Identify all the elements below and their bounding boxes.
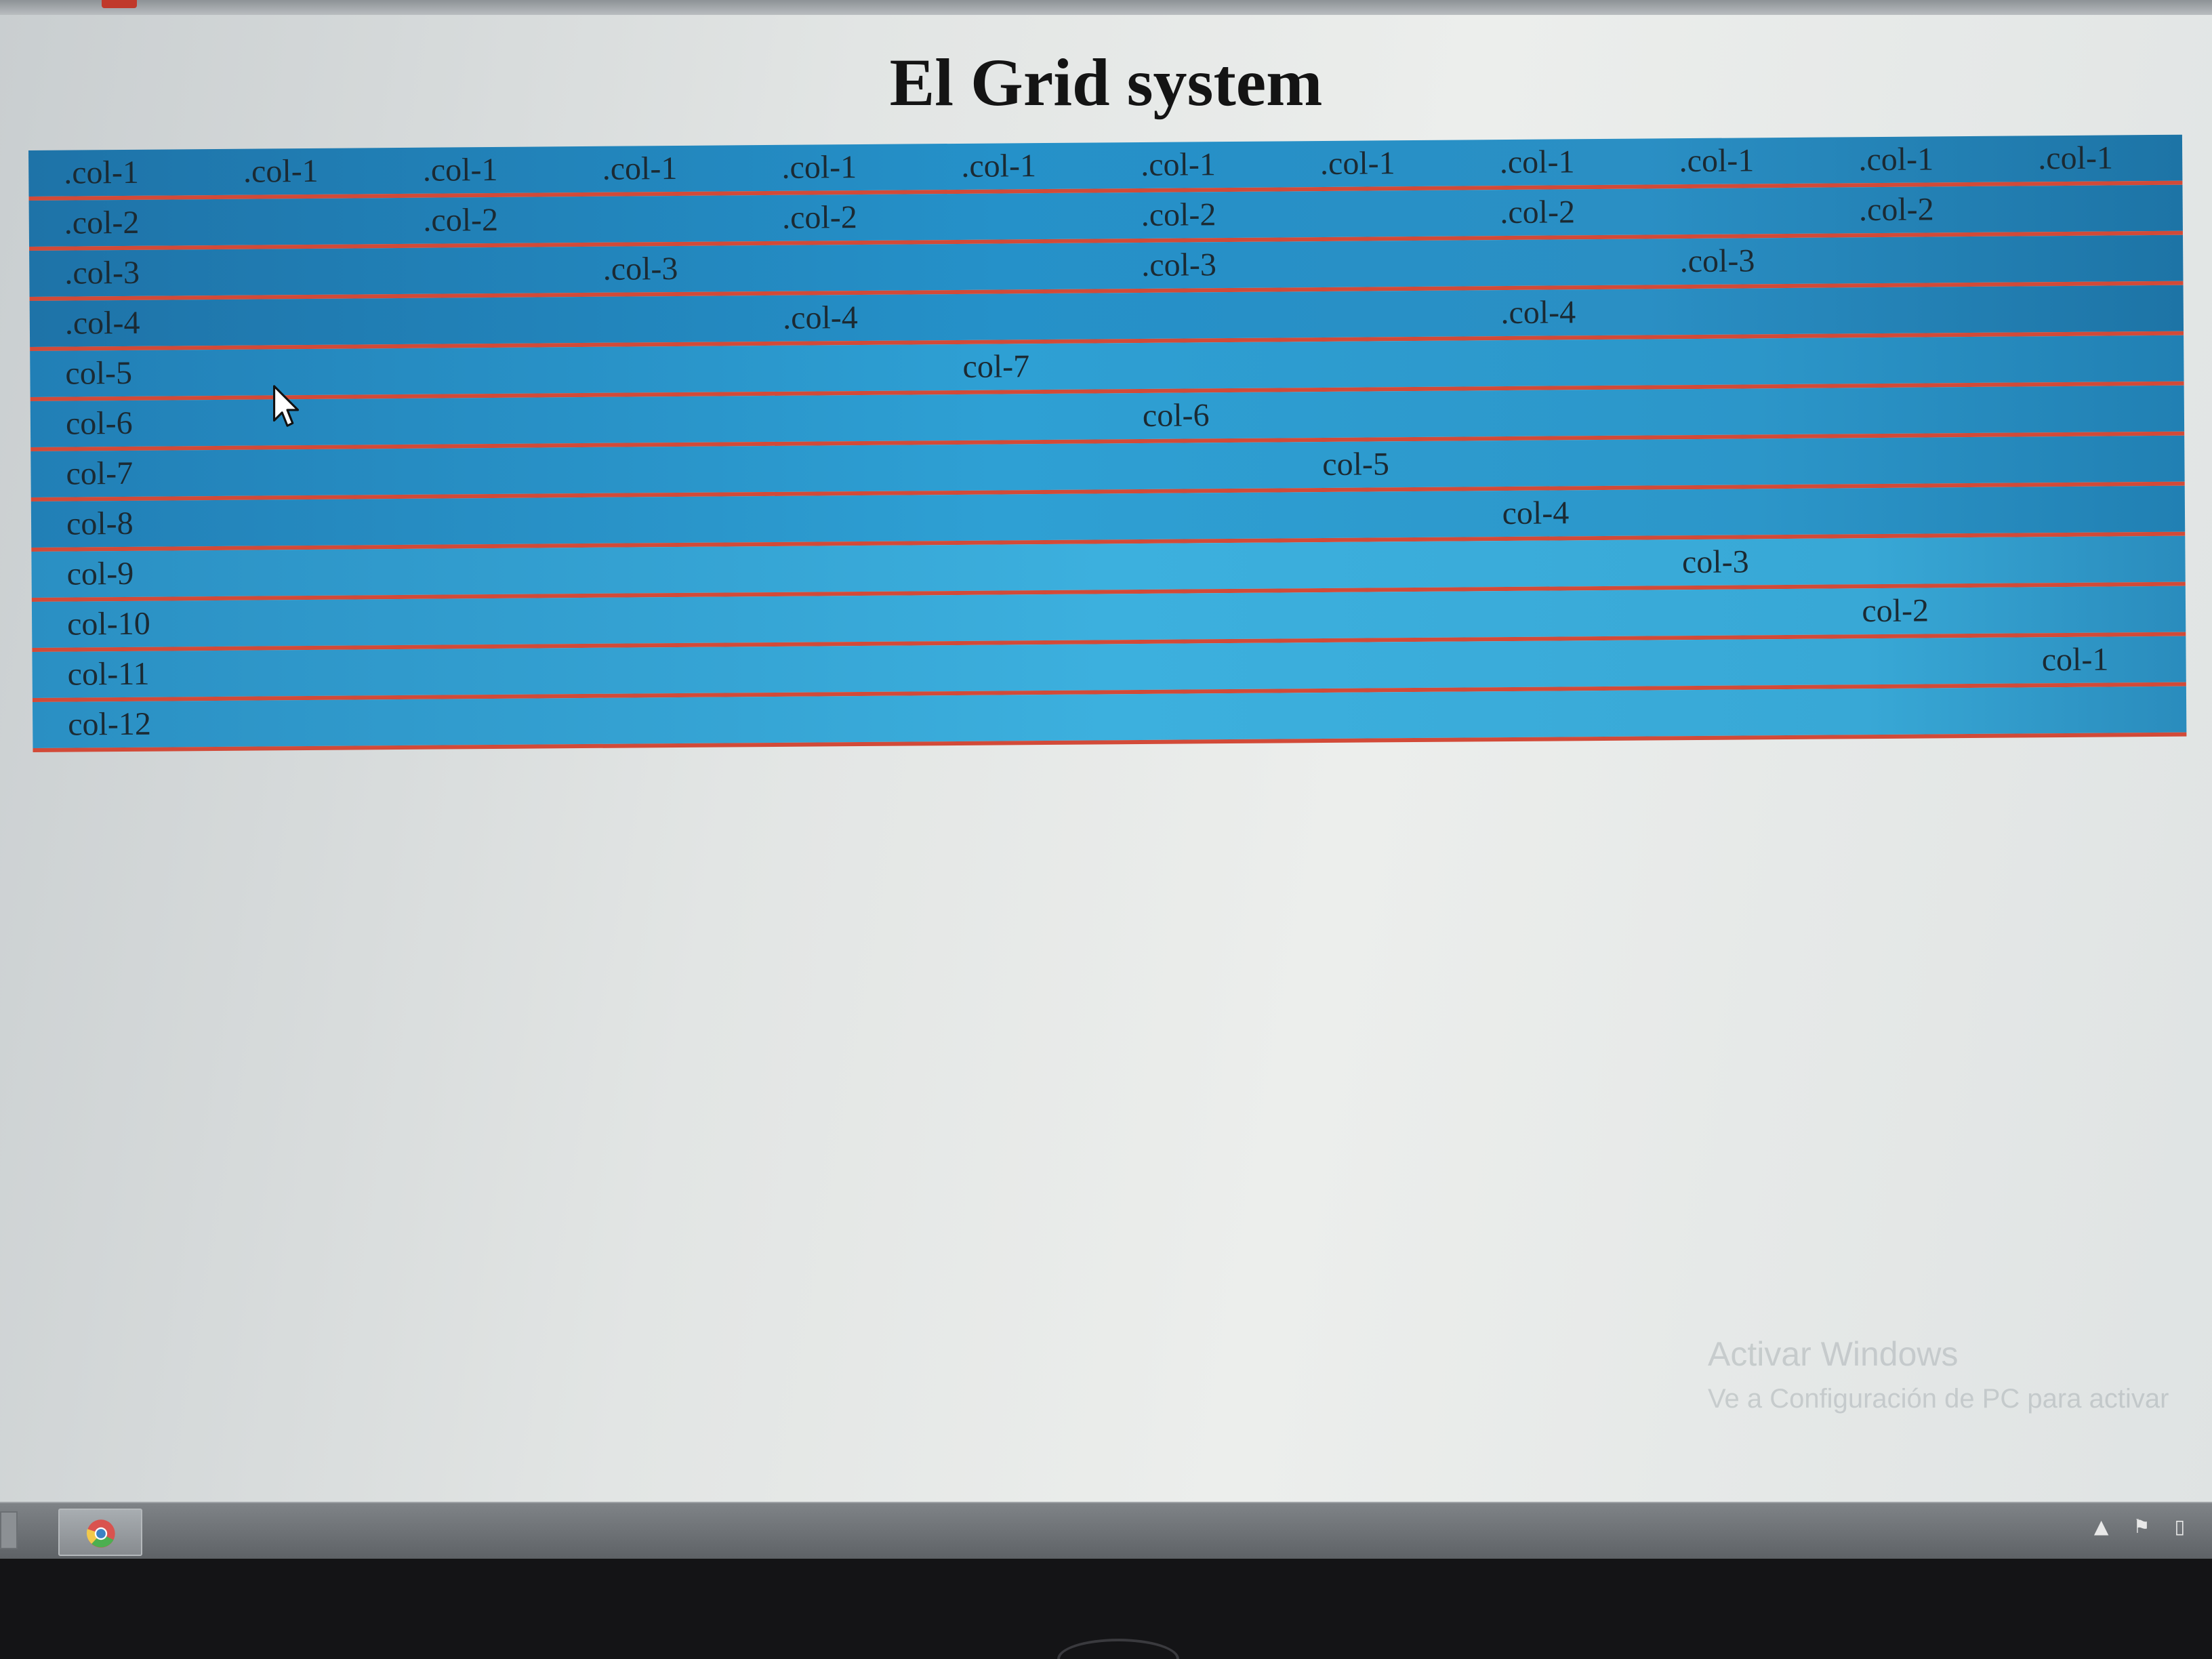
- grid-cell: .col-1: [1499, 144, 1575, 181]
- grid-cell: .col-2: [1858, 191, 1934, 228]
- grid-cell: .col-1: [602, 150, 678, 187]
- monitor-bezel: [0, 1559, 2212, 1659]
- grid-cell: .col-1: [2038, 140, 2114, 177]
- grid-cell: .col-2: [1141, 197, 1216, 233]
- grid-cell: col-8: [66, 505, 134, 542]
- grid-cell: .col-1: [243, 152, 319, 190]
- grid-cell: .col-1: [64, 154, 140, 191]
- grid-cell: .col-3: [602, 250, 678, 287]
- windows-activation-watermark: Activar Windows Ve a Configuración de PC…: [1708, 1332, 2169, 1421]
- grid-cell: .col-4: [64, 304, 140, 342]
- grid-container: .col-1 .col-1 .col-1 .col-1 .col-1 .col-1 .col…: [28, 134, 2187, 752]
- monitor-screen: El Grid system .col-1 .col-1 .col-1 .col-1.…: [0, 0, 2212, 1559]
- grid-cell: .col-1: [422, 151, 498, 188]
- grid-cell: .col-2: [64, 204, 140, 241]
- grid-cell: col-3: [1681, 544, 1749, 581]
- chrome-icon: [86, 1519, 115, 1548]
- grid-cell: .col-3: [1141, 247, 1217, 283]
- grid-cell: .col-4: [782, 300, 858, 336]
- grid-cell: .col-2: [1500, 194, 1576, 231]
- grid-cell: .col-2: [781, 199, 857, 236]
- grid-cell: .col-1: [1141, 146, 1216, 183]
- grid-cell: col-6: [1142, 397, 1210, 434]
- grid-cell: col-5: [65, 354, 133, 392]
- mouse-cursor-icon: [273, 385, 300, 427]
- grid-cell: .col-3: [64, 254, 140, 291]
- battery-icon[interactable]: ▯: [2175, 1515, 2185, 1538]
- taskbar: ▲ ⚑ ▯: [0, 1502, 2212, 1559]
- grid-cell: .col-4: [1500, 294, 1576, 331]
- monitor-brand-logo: [1057, 1639, 1179, 1659]
- grid-cell: col-7: [962, 348, 1030, 385]
- action-center-flag-icon[interactable]: ⚑: [2133, 1515, 2150, 1538]
- watermark-subtitle: Ve a Configuración de PC para activar: [1708, 1384, 2169, 1414]
- grid-cell: col-2: [1862, 592, 1929, 630]
- watermark-title: Activar Windows: [1708, 1335, 1959, 1373]
- grid-cell: col-5: [1322, 446, 1390, 483]
- grid-cell: .col-1: [1319, 145, 1395, 182]
- grid-cell: .col-3: [1679, 243, 1755, 280]
- grid-cell: .col-1: [1858, 141, 1934, 178]
- grid-cell: col-4: [1502, 495, 1570, 532]
- page-title: El Grid system: [889, 45, 1323, 120]
- grid-cell: .col-2: [423, 201, 499, 239]
- grid-cell: .col-1: [781, 149, 857, 186]
- browser-window-edge: [0, 0, 2212, 15]
- taskbar-start-edge[interactable]: [0, 1511, 18, 1549]
- browser-tab-favicon[interactable]: [102, 0, 137, 8]
- grid-cell: col-1: [2041, 641, 2109, 678]
- show-hidden-icons-icon[interactable]: ▲: [2094, 1515, 2109, 1538]
- grid-cell: .col-1: [961, 148, 1037, 184]
- taskbar-chrome-button[interactable]: [58, 1509, 142, 1556]
- grid-cell: col-7: [66, 455, 134, 492]
- system-tray: ▲ ⚑ ▯: [2094, 1515, 2185, 1538]
- grid-cell: .col-1: [1679, 142, 1755, 180]
- grid-cell: col-6: [65, 405, 133, 442]
